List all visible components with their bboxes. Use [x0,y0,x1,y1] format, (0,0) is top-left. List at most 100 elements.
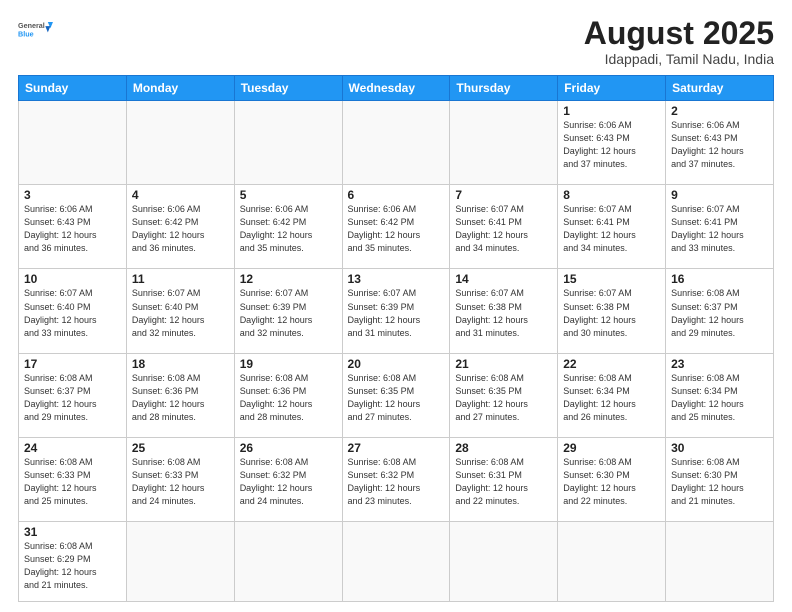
week-row: 3Sunrise: 6:06 AM Sunset: 6:43 PM Daylig… [19,185,774,269]
day-number: 28 [455,441,552,455]
day-cell [558,521,666,601]
header: GeneralBlue August 2025 Idappadi, Tamil … [18,16,774,67]
page: GeneralBlue August 2025 Idappadi, Tamil … [0,0,792,612]
day-number: 2 [671,104,768,118]
svg-text:General: General [18,21,45,30]
day-number: 7 [455,188,552,202]
day-info: Sunrise: 6:08 AM Sunset: 6:37 PM Dayligh… [671,287,768,339]
day-cell [234,521,342,601]
week-row: 1Sunrise: 6:06 AM Sunset: 6:43 PM Daylig… [19,101,774,185]
day-number: 13 [348,272,445,286]
generalblue-logo-icon: GeneralBlue [18,16,54,44]
day-info: Sunrise: 6:07 AM Sunset: 6:39 PM Dayligh… [240,287,337,339]
day-cell: 24Sunrise: 6:08 AM Sunset: 6:33 PM Dayli… [19,437,127,521]
day-number: 10 [24,272,121,286]
day-info: Sunrise: 6:07 AM Sunset: 6:40 PM Dayligh… [132,287,229,339]
day-number: 25 [132,441,229,455]
week-row: 17Sunrise: 6:08 AM Sunset: 6:37 PM Dayli… [19,353,774,437]
day-cell: 30Sunrise: 6:08 AM Sunset: 6:30 PM Dayli… [666,437,774,521]
day-info: Sunrise: 6:08 AM Sunset: 6:34 PM Dayligh… [563,372,660,424]
day-number: 23 [671,357,768,371]
day-cell: 13Sunrise: 6:07 AM Sunset: 6:39 PM Dayli… [342,269,450,353]
day-cell: 11Sunrise: 6:07 AM Sunset: 6:40 PM Dayli… [126,269,234,353]
day-info: Sunrise: 6:08 AM Sunset: 6:35 PM Dayligh… [348,372,445,424]
col-saturday: Saturday [666,76,774,101]
day-cell: 10Sunrise: 6:07 AM Sunset: 6:40 PM Dayli… [19,269,127,353]
day-info: Sunrise: 6:06 AM Sunset: 6:43 PM Dayligh… [24,203,121,255]
day-cell: 15Sunrise: 6:07 AM Sunset: 6:38 PM Dayli… [558,269,666,353]
day-cell [342,521,450,601]
day-number: 4 [132,188,229,202]
day-info: Sunrise: 6:06 AM Sunset: 6:42 PM Dayligh… [132,203,229,255]
day-info: Sunrise: 6:08 AM Sunset: 6:33 PM Dayligh… [24,456,121,508]
day-number: 15 [563,272,660,286]
day-cell: 21Sunrise: 6:08 AM Sunset: 6:35 PM Dayli… [450,353,558,437]
day-cell: 19Sunrise: 6:08 AM Sunset: 6:36 PM Dayli… [234,353,342,437]
day-info: Sunrise: 6:08 AM Sunset: 6:36 PM Dayligh… [132,372,229,424]
day-info: Sunrise: 6:08 AM Sunset: 6:31 PM Dayligh… [455,456,552,508]
day-cell: 23Sunrise: 6:08 AM Sunset: 6:34 PM Dayli… [666,353,774,437]
day-cell: 28Sunrise: 6:08 AM Sunset: 6:31 PM Dayli… [450,437,558,521]
day-cell: 17Sunrise: 6:08 AM Sunset: 6:37 PM Dayli… [19,353,127,437]
day-cell: 20Sunrise: 6:08 AM Sunset: 6:35 PM Dayli… [342,353,450,437]
day-number: 12 [240,272,337,286]
day-number: 8 [563,188,660,202]
day-cell: 27Sunrise: 6:08 AM Sunset: 6:32 PM Dayli… [342,437,450,521]
day-info: Sunrise: 6:08 AM Sunset: 6:36 PM Dayligh… [240,372,337,424]
col-sunday: Sunday [19,76,127,101]
day-info: Sunrise: 6:07 AM Sunset: 6:38 PM Dayligh… [455,287,552,339]
day-info: Sunrise: 6:08 AM Sunset: 6:32 PM Dayligh… [240,456,337,508]
day-cell: 31Sunrise: 6:08 AM Sunset: 6:29 PM Dayli… [19,521,127,601]
day-info: Sunrise: 6:07 AM Sunset: 6:38 PM Dayligh… [563,287,660,339]
day-cell: 8Sunrise: 6:07 AM Sunset: 6:41 PM Daylig… [558,185,666,269]
day-info: Sunrise: 6:08 AM Sunset: 6:29 PM Dayligh… [24,540,121,592]
day-number: 6 [348,188,445,202]
day-cell: 14Sunrise: 6:07 AM Sunset: 6:38 PM Dayli… [450,269,558,353]
day-cell: 16Sunrise: 6:08 AM Sunset: 6:37 PM Dayli… [666,269,774,353]
day-info: Sunrise: 6:07 AM Sunset: 6:41 PM Dayligh… [671,203,768,255]
day-info: Sunrise: 6:08 AM Sunset: 6:33 PM Dayligh… [132,456,229,508]
day-cell: 18Sunrise: 6:08 AM Sunset: 6:36 PM Dayli… [126,353,234,437]
day-number: 5 [240,188,337,202]
day-cell: 2Sunrise: 6:06 AM Sunset: 6:43 PM Daylig… [666,101,774,185]
day-number: 16 [671,272,768,286]
day-info: Sunrise: 6:06 AM Sunset: 6:42 PM Dayligh… [240,203,337,255]
day-number: 3 [24,188,121,202]
day-cell: 29Sunrise: 6:08 AM Sunset: 6:30 PM Dayli… [558,437,666,521]
col-thursday: Thursday [450,76,558,101]
day-info: Sunrise: 6:06 AM Sunset: 6:43 PM Dayligh… [671,119,768,171]
day-number: 17 [24,357,121,371]
logo: GeneralBlue [18,16,54,44]
title-block: August 2025 Idappadi, Tamil Nadu, India [584,16,774,67]
day-cell: 9Sunrise: 6:07 AM Sunset: 6:41 PM Daylig… [666,185,774,269]
col-monday: Monday [126,76,234,101]
day-info: Sunrise: 6:08 AM Sunset: 6:35 PM Dayligh… [455,372,552,424]
day-cell [234,101,342,185]
day-info: Sunrise: 6:07 AM Sunset: 6:41 PM Dayligh… [455,203,552,255]
col-tuesday: Tuesday [234,76,342,101]
day-cell [342,101,450,185]
day-cell [666,521,774,601]
day-info: Sunrise: 6:06 AM Sunset: 6:42 PM Dayligh… [348,203,445,255]
day-cell: 12Sunrise: 6:07 AM Sunset: 6:39 PM Dayli… [234,269,342,353]
day-number: 29 [563,441,660,455]
day-number: 27 [348,441,445,455]
col-wednesday: Wednesday [342,76,450,101]
svg-text:Blue: Blue [18,29,34,38]
day-info: Sunrise: 6:08 AM Sunset: 6:37 PM Dayligh… [24,372,121,424]
day-info: Sunrise: 6:08 AM Sunset: 6:30 PM Dayligh… [671,456,768,508]
week-row: 24Sunrise: 6:08 AM Sunset: 6:33 PM Dayli… [19,437,774,521]
day-number: 1 [563,104,660,118]
day-cell: 5Sunrise: 6:06 AM Sunset: 6:42 PM Daylig… [234,185,342,269]
day-cell: 22Sunrise: 6:08 AM Sunset: 6:34 PM Dayli… [558,353,666,437]
calendar-table: Sunday Monday Tuesday Wednesday Thursday… [18,75,774,602]
day-number: 26 [240,441,337,455]
day-info: Sunrise: 6:07 AM Sunset: 6:40 PM Dayligh… [24,287,121,339]
day-info: Sunrise: 6:08 AM Sunset: 6:34 PM Dayligh… [671,372,768,424]
day-cell: 26Sunrise: 6:08 AM Sunset: 6:32 PM Dayli… [234,437,342,521]
day-number: 18 [132,357,229,371]
day-number: 21 [455,357,552,371]
day-info: Sunrise: 6:06 AM Sunset: 6:43 PM Dayligh… [563,119,660,171]
day-number: 19 [240,357,337,371]
day-number: 11 [132,272,229,286]
